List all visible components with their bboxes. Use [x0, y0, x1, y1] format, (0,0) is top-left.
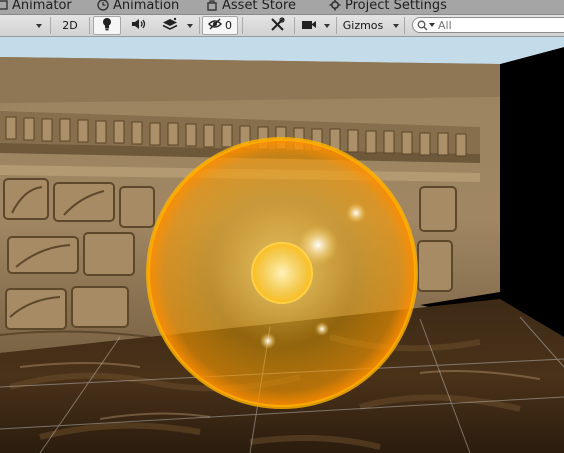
lightbulb-icon	[101, 17, 113, 34]
shading-mode-dropdown[interactable]	[32, 16, 46, 35]
chevron-down-icon	[187, 23, 193, 28]
gizmos-button[interactable]: Gizmos	[339, 16, 387, 35]
chevron-down-icon	[36, 23, 42, 28]
tab-animator[interactable]: Animator	[0, 0, 72, 14]
chevron-down-icon	[393, 23, 399, 28]
chevron-down-icon	[324, 23, 330, 28]
animator-icon	[0, 0, 8, 11]
hidden-eye-icon	[208, 18, 222, 33]
toolbar-divider	[199, 17, 200, 34]
gear-icon	[329, 0, 341, 11]
scene-lighting-toggle[interactable]	[93, 16, 121, 35]
store-bag-icon	[206, 0, 218, 11]
camera-icon	[301, 19, 317, 33]
2d-label: 2D	[62, 19, 78, 32]
search-input[interactable]	[435, 18, 564, 32]
scene-tools-button[interactable]	[262, 16, 292, 35]
tab-animator-label: Animator	[12, 0, 72, 13]
layers-effects-icon	[162, 17, 178, 34]
scene-viewport[interactable]	[0, 37, 564, 453]
scene-search-field[interactable]	[412, 17, 564, 33]
scene-audio-toggle[interactable]	[125, 16, 153, 35]
tab-asset-store-label: Asset Store	[222, 0, 297, 13]
toolbar-divider	[336, 17, 337, 34]
scene-effects-toggle[interactable]	[157, 16, 183, 35]
gizmos-dropdown[interactable]	[390, 16, 402, 35]
toolbar-divider	[50, 17, 51, 34]
toolbar-divider	[242, 17, 243, 34]
tab-animation-label: Animation	[113, 0, 180, 13]
scene-render	[0, 37, 564, 453]
editor-tab-strip: Animator Animation Asset Store Project S…	[0, 0, 564, 15]
effects-dropdown[interactable]	[184, 16, 196, 35]
clock-icon	[97, 0, 109, 11]
search-icon	[417, 16, 428, 35]
tab-project-settings-label: Project Settings	[345, 0, 447, 13]
tools-crossed-icon	[270, 16, 285, 35]
hidden-count: 0	[225, 19, 232, 32]
speaker-icon	[131, 18, 147, 33]
toolbar-divider	[294, 17, 295, 34]
toolbar-divider	[404, 17, 405, 34]
scene-toolbar: 2D 0 Gizmos All	[0, 15, 564, 37]
tab-animation[interactable]: Animation	[97, 0, 179, 14]
toolbar-divider	[89, 17, 90, 34]
2d-toggle-button[interactable]: 2D	[54, 16, 86, 35]
camera-dropdown[interactable]	[321, 16, 333, 35]
gizmos-label: Gizmos	[342, 19, 384, 32]
scene-camera-button[interactable]	[298, 16, 320, 35]
tab-project-settings[interactable]: Project Settings	[329, 0, 447, 14]
scene-visibility-toggle[interactable]: 0	[202, 16, 238, 35]
tab-asset-store[interactable]: Asset Store	[206, 0, 296, 14]
